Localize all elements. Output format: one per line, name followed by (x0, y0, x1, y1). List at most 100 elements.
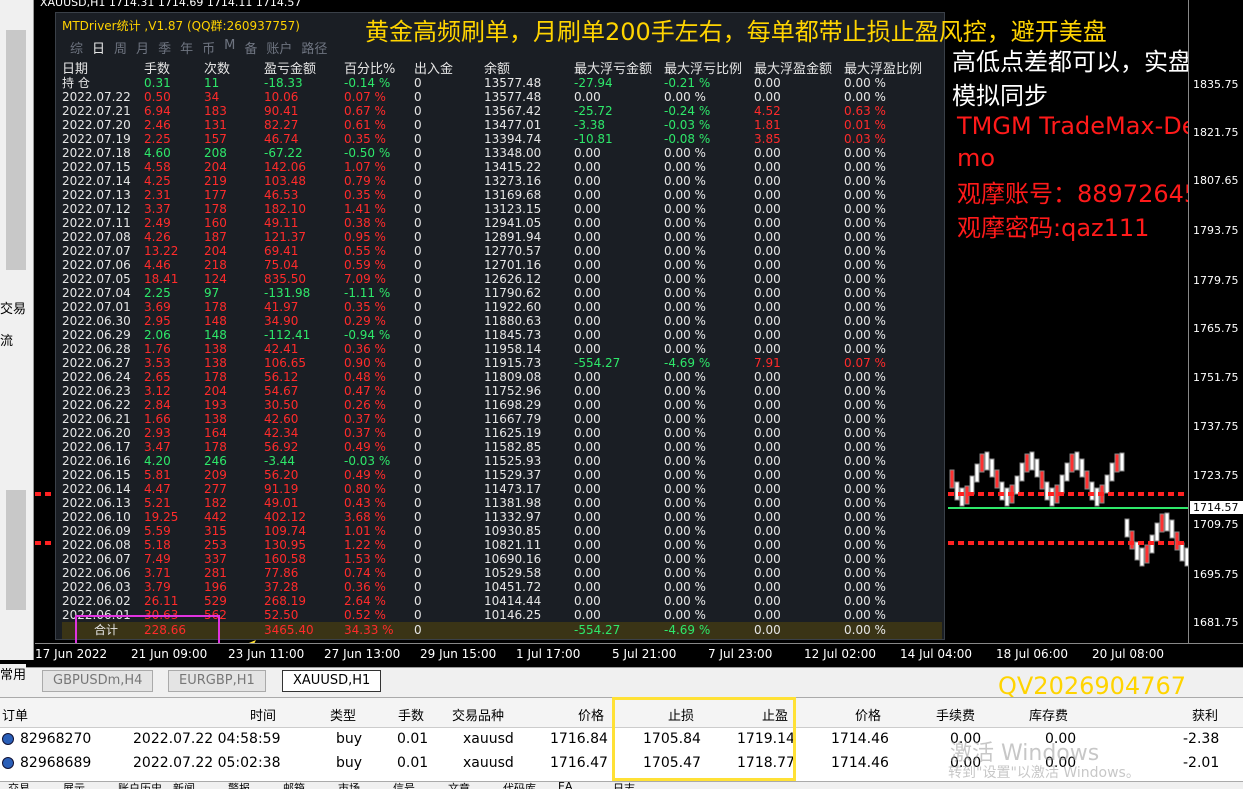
stats-cell: 0 (414, 132, 422, 146)
stats-cell: 2022.07.15 (62, 160, 131, 174)
stats-row: 2022.06.16 4.20 246 -3.44 -0.03 % 0 11525.93 0.… (62, 454, 942, 468)
stats-cell: 0.35 % (344, 132, 386, 146)
stats-cell: 2022.06.24 (62, 370, 131, 384)
stats-cell: 0.00 (574, 230, 601, 244)
terminal-tab[interactable]: 日志 (613, 782, 635, 789)
chart-tab[interactable]: EURGBP,H1 (168, 670, 266, 692)
candle (1034, 458, 1040, 478)
candle (1129, 530, 1135, 550)
stats-cell: 0 (414, 160, 422, 174)
stats-cell: 0.00 (754, 440, 781, 454)
panel-label-trade[interactable]: 交易 (0, 298, 27, 317)
stats-cell: 11667.79 (484, 412, 542, 426)
stats-cell: 121.37 (264, 230, 306, 244)
chart-tab[interactable]: GBPUSDm,H4 (42, 670, 154, 692)
price-tick: 1695.75 (1193, 568, 1239, 581)
order-cell: 0.01 (397, 731, 429, 747)
stats-cell: 10.06 (264, 90, 299, 104)
candle (1024, 453, 1030, 473)
stats-cell: 253 (204, 538, 227, 552)
stats-cell: 10414.44 (484, 594, 542, 608)
stats-cell: 0.00 (754, 314, 781, 328)
stats-cell: 2022.07.22 (62, 90, 131, 104)
stats-cell: 11381.98 (484, 496, 542, 510)
stats-cell: 4.25 (144, 174, 171, 188)
panel-scrollbar[interactable] (6, 30, 26, 270)
stats-cell: 0.00 (574, 160, 601, 174)
stats-cell: 0 (414, 300, 422, 314)
stats-tab[interactable]: 路径 (301, 38, 327, 57)
stats-cell: 0.38 % (344, 216, 386, 230)
stats-cell: 12701.16 (484, 258, 542, 272)
stats-cell: 0.00 % (844, 244, 886, 258)
stats-cell: 0 (414, 496, 422, 510)
stats-cell: 3.37 (144, 202, 171, 216)
stats-cell: 0.95 % (344, 230, 386, 244)
terminal-tab[interactable]: 警报 (228, 782, 250, 789)
stats-row: 2022.07.20 2.46 131 82.27 0.61 % 0 13477.01 -3.… (62, 118, 942, 132)
stats-cell: 52.50 (264, 608, 299, 622)
stats-row: 2022.07.19 2.25 157 46.74 0.35 % 0 13394.74 -10… (62, 132, 942, 146)
stats-cell: -67.22 (264, 146, 303, 160)
stats-cell: 2022.06.02 (62, 594, 131, 608)
navigator-panel: 交易 流 (0, 0, 34, 660)
stats-tab[interactable]: 月 (136, 38, 149, 57)
stats-cell: 0.00 % (664, 272, 706, 286)
terminal-tab[interactable]: EA (558, 782, 572, 789)
orders-header-cell: 价格 (578, 709, 605, 724)
stats-cell: 0.00 (754, 384, 781, 398)
panel-scrollbar-lower[interactable] (6, 490, 26, 610)
stats-cell: 277 (204, 482, 227, 496)
panel-label-flow[interactable]: 流 (0, 330, 14, 349)
candle (979, 453, 985, 473)
candle (1094, 487, 1100, 507)
stats-cell: 0.00 % (664, 580, 706, 594)
terminal-tab[interactable]: 信号 (393, 782, 415, 789)
order-cell: buy (336, 755, 363, 771)
stats-tab[interactable]: 日 (92, 38, 105, 57)
terminal-tab[interactable]: 代码库 (503, 782, 536, 789)
stats-cell: 0.00 % (664, 454, 706, 468)
stats-cell: 106.65 (264, 356, 306, 370)
stats-cell: 315 (204, 524, 227, 538)
stats-cell: 3.47 (144, 440, 171, 454)
stats-cell: 148 (204, 314, 227, 328)
stats-cell: 7.91 (754, 356, 781, 370)
stats-tab[interactable]: 季 (158, 38, 171, 57)
stats-cell: 0.00 (754, 566, 781, 580)
stats-cell: 178 (204, 202, 227, 216)
stats-tab[interactable]: 币 (202, 38, 215, 57)
terminal-tab[interactable]: 展示 (63, 782, 85, 789)
stats-cell: 49.01 (264, 496, 299, 510)
stats-tab[interactable]: 年 (180, 38, 193, 57)
order-cell: 2022.07.22 04:58:59 (133, 731, 281, 747)
qv-watermark: QV2026904767 (998, 672, 1187, 700)
stats-cell: 0.00 (754, 510, 781, 524)
stats-cell: 0.55 % (344, 244, 386, 258)
stats-cell: 2022.06.14 (62, 482, 131, 496)
chart-tab[interactable]: XAUUSD,H1 (282, 670, 382, 692)
terminal-tab[interactable]: 交易 (8, 782, 30, 789)
stats-tab[interactable]: 账户 (266, 38, 292, 57)
terminal-tab[interactable]: 文章 (448, 782, 470, 789)
terminal-tab[interactable]: 邮箱 (283, 782, 305, 789)
terminal-tab[interactable]: 账户历史 (118, 782, 162, 789)
stats-cell: 0.00 % (844, 258, 886, 272)
candle (1029, 451, 1035, 471)
stats-cell: 1.81 (754, 118, 781, 132)
stats-tab[interactable]: 备 (244, 38, 257, 57)
stats-cell: 11582.85 (484, 440, 542, 454)
terminal-tab[interactable]: 新闻 (173, 782, 195, 789)
stats-cell: 13477.01 (484, 118, 542, 132)
terminal-tab[interactable]: 市场 (338, 782, 360, 789)
stats-tab[interactable]: M (224, 38, 235, 57)
stats-tab[interactable]: 周 (114, 38, 127, 57)
stats-cell: 0.00 % (664, 566, 706, 580)
stats-cell: 0.00 % (844, 202, 886, 216)
total-float-gain-pct: 0.00 % (844, 623, 886, 637)
candle (1179, 542, 1185, 562)
stats-tab[interactable]: 综 (70, 38, 83, 57)
order-cell: 82968689 (20, 755, 92, 771)
stats-row: 2022.06.15 5.81 209 56.20 0.49 % 0 11529.37 0.0… (62, 468, 942, 482)
stats-cell: 0.47 % (344, 384, 386, 398)
